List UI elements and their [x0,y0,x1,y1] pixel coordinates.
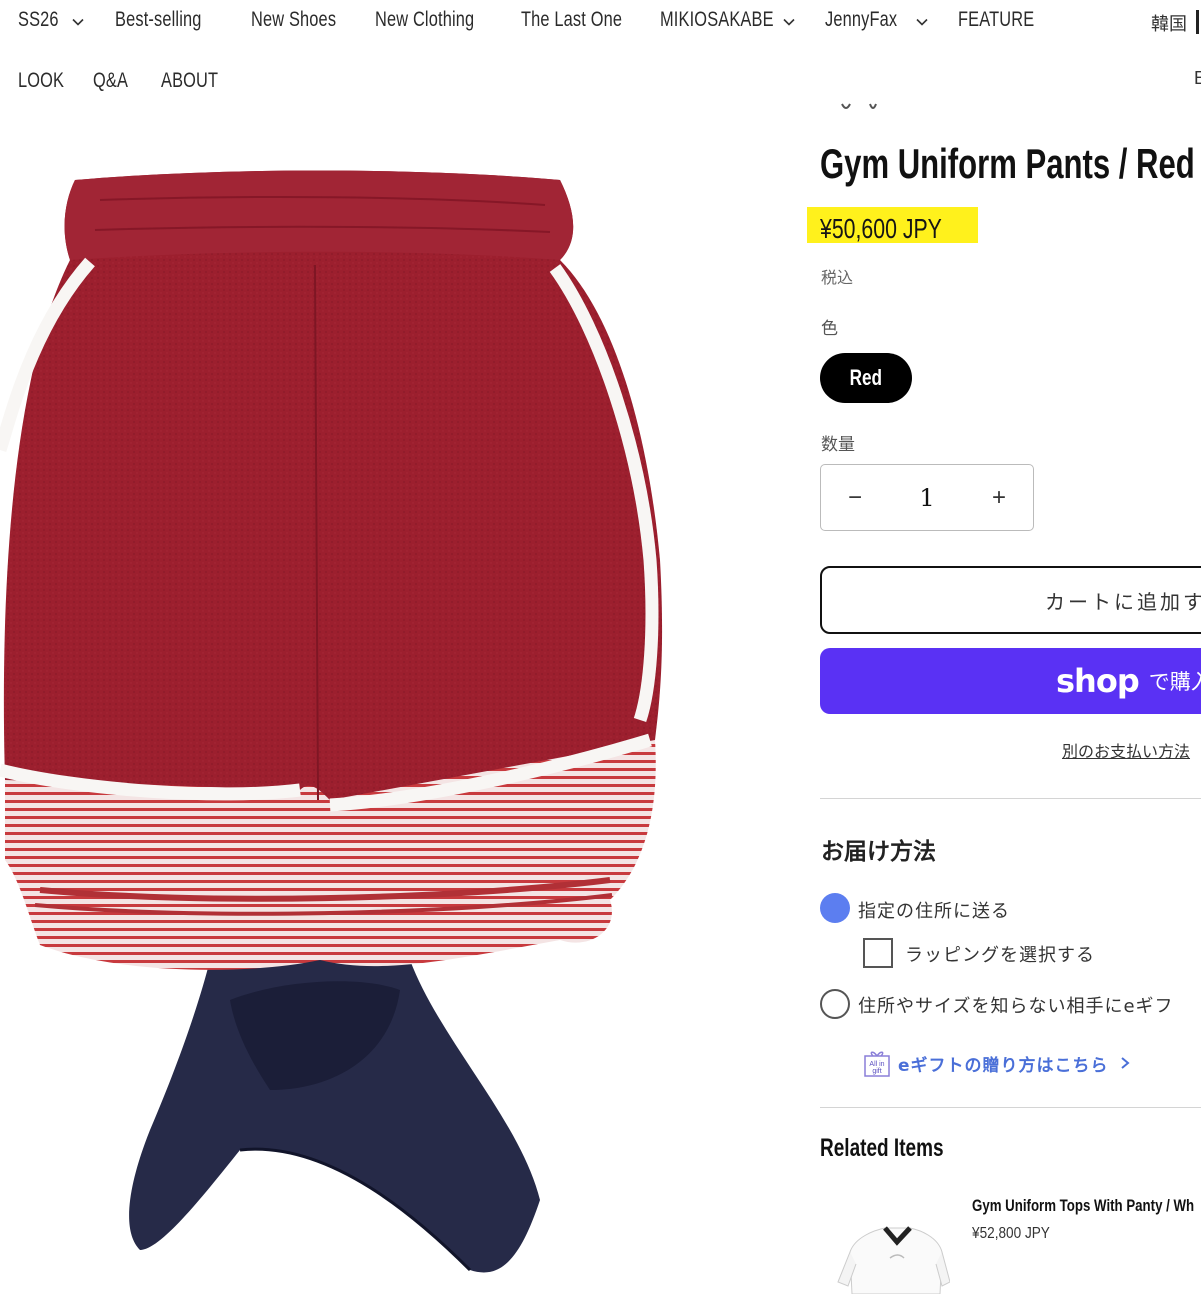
decrement-button[interactable]: − [821,465,889,530]
shop-pay-logo: shop [1056,662,1140,700]
related-items-heading: Related Items [820,1134,944,1162]
gym-pants-illustration [0,170,663,1273]
egift-guide-link[interactable]: All in gift eギフトの贈り方はこちら [863,1049,1131,1077]
increment-button[interactable]: + [965,465,1033,530]
svg-text:gift: gift [872,1068,881,1075]
tax-note: 税込 [821,268,854,287]
product-image[interactable] [0,118,760,1294]
svg-text:All in: All in [869,1061,884,1068]
add-to-cart-button[interactable]: カートに追加す [820,566,1201,634]
option-egift-label: 住所やサイズを知らない相手にeギフ [858,996,1174,1017]
wrapping-label: ラッピングを選択する [905,945,1095,966]
nav-item-new-clothing[interactable]: New Clothing [375,8,502,32]
quantity-input[interactable]: 1 [889,484,965,512]
product-price: ¥50,600 JPY [820,213,942,244]
cropped-breadcrumb [840,100,884,114]
chevron-down-icon[interactable] [916,16,928,28]
color-option-red[interactable]: Red [820,353,912,403]
related-item-name[interactable]: Gym Uniform Tops With Panty / Wh [972,1196,1201,1216]
chevron-down-icon[interactable] [72,16,84,28]
chevron-down-icon[interactable] [783,16,795,28]
nav-item-ss26[interactable]: SS26 [18,8,70,32]
cropped-header-text: E [1194,68,1201,88]
shop-pay-button[interactable]: shop で購入 [820,648,1201,714]
chevron-right-icon [1120,1057,1130,1069]
radio-ship-to-address[interactable] [820,893,850,923]
product-title: Gym Uniform Pants / Red [820,140,1195,187]
divider [820,798,1201,799]
egift-guide-label: eギフトの贈り方はこちら [898,1055,1109,1076]
gift-icon: All in gift [864,1051,890,1077]
nav-item-new-shoes[interactable]: New Shoes [251,8,360,32]
option-ship-to-address-label: 指定の住所に送る [858,901,1010,922]
nav-item-qa[interactable]: Q&A [93,69,138,93]
nav-item-about[interactable]: ABOUT [161,69,234,93]
nav-item-feature[interactable]: FEATURE [958,8,1056,32]
language-divider [1196,10,1199,34]
nav-item-look[interactable]: LOOK [18,69,77,93]
related-item-image[interactable] [830,1212,950,1294]
radio-egift[interactable] [820,989,850,1019]
language-selector[interactable]: 韓国 [1151,10,1187,36]
nav-item-the-last-one[interactable]: The Last One [521,8,651,32]
divider [820,1107,1201,1108]
delivery-heading: お届け方法 [821,839,936,865]
nav-item-jennyfax[interactable]: JennyFax [825,8,918,32]
nav-item-best-selling[interactable]: Best-selling [115,8,226,32]
quantity-stepper: − 1 + [820,464,1034,531]
quantity-label: 数量 [821,435,855,455]
related-item-price: ¥52,800 JPY [972,1225,1050,1242]
other-payment-link[interactable]: 別のお支払い方法 [1062,738,1190,762]
wrapping-checkbox[interactable] [863,938,893,968]
color-label: 色 [821,319,838,339]
